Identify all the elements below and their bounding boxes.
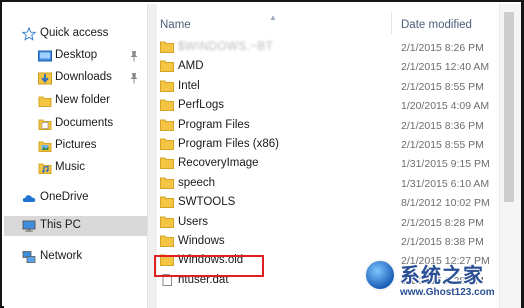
- sidebar-item-documents[interactable]: Documents: [4, 114, 147, 134]
- sidebar-item-onedrive[interactable]: OneDrive: [4, 188, 147, 208]
- sidebar-item-label: Music: [55, 161, 86, 173]
- folder-icon: [160, 177, 174, 189]
- file-date-modified: 2/1/2015 12:40 AM: [401, 61, 490, 74]
- file-name: Users: [178, 215, 209, 228]
- file-name: RecoveryImage: [178, 157, 259, 170]
- sidebar-item-network[interactable]: Network: [4, 247, 147, 267]
- folder-icon: [160, 235, 174, 247]
- file-name: AMD: [178, 60, 204, 73]
- watermark-url: www.Ghost123.com: [400, 287, 495, 298]
- file-row[interactable]: Program Files (x86) 2/1/2015 8:55 PM: [157, 135, 499, 154]
- computer-icon: [22, 219, 36, 233]
- file-row[interactable]: Intel 2/1/2015 8:55 PM: [157, 77, 499, 96]
- file-name: SWTOOLS: [178, 196, 236, 209]
- file-name: Windows: [178, 235, 225, 247]
- folder-icon: [160, 138, 174, 150]
- file-name: Program Files (x86): [178, 138, 279, 150]
- file-name: speech: [178, 176, 216, 189]
- scrollbar-thumb[interactable]: [504, 12, 514, 202]
- onedrive-cloud-icon: [22, 191, 36, 205]
- sidebar-item-label: Documents: [55, 117, 114, 129]
- sidebar-item-label: Downloads: [55, 71, 112, 83]
- file-row[interactable]: SWTOOLS 8/1/2012 10:02 PM: [157, 193, 499, 212]
- file-date-modified: 2/1/2015 8:38 PM: [401, 236, 484, 248]
- folder-icon: [160, 99, 174, 112]
- sidebar-item-this-pc[interactable]: This PC: [4, 216, 147, 236]
- file-date-modified: 8/1/2012 10:02 PM: [401, 197, 490, 210]
- watermark-title: 系统之家: [400, 263, 484, 287]
- column-header-row: ▲ Name Date modified: [157, 4, 499, 34]
- folder-icon: [160, 60, 174, 73]
- file-date-modified: 2/1/2015 8:26 PM: [401, 42, 484, 54]
- pin-icon[interactable]: [129, 72, 139, 84]
- file-name: Program Files: [178, 118, 250, 131]
- file-date-modified: 1/20/2015 4:09 AM: [401, 100, 490, 113]
- file-row[interactable]: Windows 2/1/2015 8:38 PM: [157, 232, 499, 251]
- star-icon: [21, 26, 37, 41]
- file-row[interactable]: RecoveryImage 1/31/2015 9:15 PM: [157, 154, 499, 173]
- highlight-annotation-box: [154, 255, 264, 277]
- file-date-modified: 2/1/2015 8:55 PM: [401, 80, 484, 93]
- sort-ascending-icon: ▲: [269, 13, 277, 22]
- desktop-folder-icon: [38, 49, 52, 63]
- file-name: PerfLogs: [178, 99, 225, 112]
- file-row[interactable]: speech 1/31/2015 6:10 AM: [157, 174, 499, 193]
- watermark-logo-icon: [364, 259, 396, 291]
- file-date-modified: 1/31/2015 9:15 PM: [401, 158, 490, 171]
- folder-icon: [38, 94, 52, 108]
- sidebar-item-downloads[interactable]: Downloads: [4, 68, 147, 88]
- sidebar-item-new-folder[interactable]: New folder: [4, 91, 147, 111]
- file-row[interactable]: $WINDOWS.~BT 2/1/2015 8:26 PM: [157, 38, 499, 57]
- file-date-modified: 2/1/2015 8:28 PM: [401, 216, 484, 229]
- documents-folder-icon: [38, 117, 52, 131]
- folder-icon: [160, 196, 174, 209]
- sidebar-item-music[interactable]: Music: [4, 158, 147, 178]
- pin-icon[interactable]: [129, 50, 139, 62]
- sidebar-item-label: Network: [40, 250, 83, 262]
- column-header-date-modified[interactable]: Date modified: [401, 19, 472, 31]
- sidebar-item-pictures[interactable]: Pictures: [4, 136, 147, 156]
- music-folder-icon: [38, 161, 52, 175]
- column-divider[interactable]: [391, 12, 392, 34]
- sidebar-item-label: Pictures: [55, 139, 97, 151]
- file-date-modified: 2/1/2015 8:36 PM: [401, 119, 484, 132]
- navigation-pane: Quick access Desktop Downloads New folde…: [4, 4, 147, 308]
- file-date-modified: 1/31/2015 6:10 AM: [401, 177, 490, 190]
- file-row[interactable]: Program Files 2/1/2015 8:36 PM: [157, 116, 499, 135]
- sidebar-item-label: This PC: [40, 219, 81, 231]
- downloads-folder-icon: [38, 71, 52, 85]
- folder-icon: [160, 80, 174, 92]
- folder-icon: [160, 216, 174, 228]
- file-row[interactable]: AMD 2/1/2015 12:40 AM: [157, 57, 499, 76]
- folder-icon: [160, 157, 174, 170]
- folder-icon: [160, 41, 174, 53]
- explorer-window: Quick access Desktop Downloads New folde…: [0, 0, 524, 308]
- file-name: $WINDOWS.~BT: [178, 41, 274, 53]
- sidebar-item-desktop[interactable]: Desktop: [4, 46, 147, 66]
- file-date-modified: 2/1/2015 8:55 PM: [401, 139, 484, 151]
- file-row[interactable]: Users 2/1/2015 8:28 PM: [157, 213, 499, 232]
- pictures-folder-icon: [38, 139, 52, 153]
- sidebar-item-label: OneDrive: [40, 191, 89, 203]
- sidebar-item-quick-access[interactable]: Quick access: [4, 24, 147, 44]
- column-header-name[interactable]: Name: [160, 19, 191, 31]
- sidebar-item-label: Desktop: [55, 49, 98, 61]
- network-icon: [22, 250, 36, 264]
- sidebar-item-label: New folder: [55, 94, 110, 106]
- watermark: 系统之家 www.Ghost123.com: [362, 257, 524, 308]
- sidebar-item-label: Quick access: [40, 27, 109, 39]
- folder-icon: [160, 119, 174, 131]
- file-row[interactable]: PerfLogs 1/20/2015 4:09 AM: [157, 96, 499, 115]
- file-name: Intel: [178, 79, 200, 92]
